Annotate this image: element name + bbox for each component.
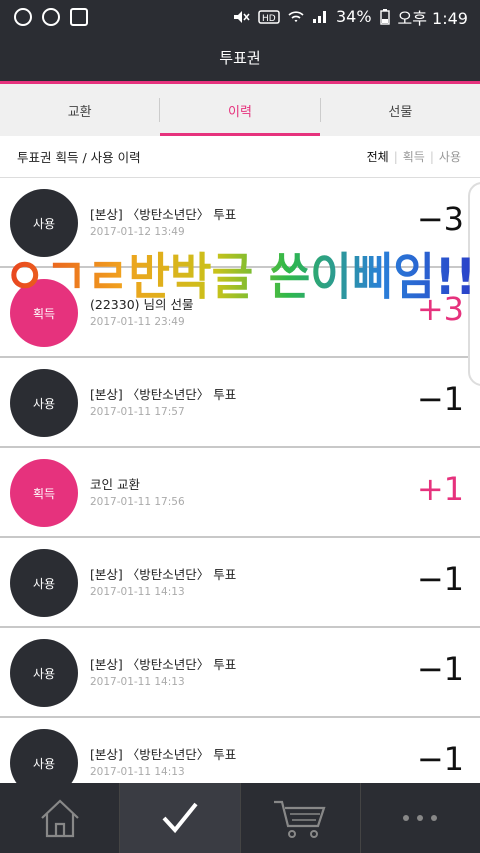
item-date: 2017-01-12 13:49 <box>90 226 185 238</box>
item-date: 2017-01-11 17:57 <box>90 406 185 418</box>
more-icon <box>403 815 438 821</box>
item-amount: +3 <box>416 290 464 328</box>
item-date: 2017-01-11 17:56 <box>90 496 185 508</box>
home-icon <box>40 799 79 838</box>
badge-used: 사용 <box>10 369 78 437</box>
badge-used: 사용 <box>10 189 78 257</box>
tab-gift[interactable]: 선물 <box>321 84 480 136</box>
list-item[interactable]: 사용 [본상] 〈방탄소년단〉 투표 2017-01-11 14:13 −1 <box>0 538 480 628</box>
sync-icon <box>14 7 32 26</box>
item-date: 2017-01-11 14:13 <box>90 586 185 598</box>
item-date: 2017-01-11 23:49 <box>90 316 185 328</box>
cart-icon <box>274 800 326 838</box>
item-title: [본상] 〈방탄소년단〉 투표 <box>90 567 237 582</box>
tab-label: 교환 <box>67 104 92 120</box>
app-bar: 투표권 <box>0 33 480 84</box>
item-date: 2017-01-11 14:13 <box>90 766 185 778</box>
nav-shop[interactable] <box>241 783 360 853</box>
history-list: 사용 [본상] 〈방탄소년단〉 투표 2017-01-12 13:49 −3 획… <box>0 178 480 808</box>
list-item[interactable]: 사용 [본상] 〈방탄소년단〉 투표 2017-01-12 13:49 −3 <box>0 178 480 268</box>
edge-panel-handle[interactable] <box>468 182 480 386</box>
item-date: 2017-01-11 14:13 <box>90 676 185 688</box>
badge-earned: 획득 <box>10 279 78 347</box>
list-item[interactable]: 획득 코인 교환 2017-01-11 17:56 +1 <box>0 448 480 538</box>
bottom-nav <box>0 783 480 853</box>
item-title: [본상] 〈방탄소년단〉 투표 <box>90 387 237 402</box>
item-title: [본상] 〈방탄소년단〉 투표 <box>90 207 237 222</box>
badge-used: 사용 <box>10 549 78 617</box>
item-amount: −1 <box>416 380 464 418</box>
filter-group: 전체 | 획득 | 사용 <box>362 148 466 165</box>
svg-text:HD: HD <box>262 14 276 24</box>
item-amount: −1 <box>416 560 464 598</box>
wifi-icon <box>288 10 304 22</box>
list-item[interactable]: 획득 (22330) 님의 선물 2017-01-11 23:49 +3 <box>0 268 480 358</box>
mute-icon <box>233 10 250 23</box>
section-title: 투표권 획득 / 사용 이력 <box>17 150 141 165</box>
list-item[interactable]: 사용 [본상] 〈방탄소년단〉 투표 2017-01-11 17:57 −1 <box>0 358 480 448</box>
list-item[interactable]: 사용 [본상] 〈방탄소년단〉 투표 2017-01-11 14:13 −1 <box>0 628 480 718</box>
item-title: (22330) 님의 선물 <box>90 297 194 312</box>
tab-bar: 교환 이력 선물 <box>0 84 480 136</box>
item-amount: −3 <box>416 200 464 238</box>
page-title: 투표권 <box>219 48 261 67</box>
clock: 오후 1:49 <box>397 8 468 28</box>
battery-icon <box>379 8 390 25</box>
g-icon <box>42 7 60 26</box>
filter-all[interactable]: 전체 <box>362 148 394 165</box>
tab-label: 이력 <box>228 104 252 120</box>
badge-earned: 획득 <box>10 459 78 527</box>
tab-exchange[interactable]: 교환 <box>0 84 159 136</box>
notification-icons <box>14 7 88 26</box>
item-amount: +1 <box>416 470 464 508</box>
history-header: 투표권 획득 / 사용 이력 전체 | 획득 | 사용 <box>0 136 480 178</box>
image-icon <box>70 7 88 26</box>
signal-icon <box>312 10 326 23</box>
hd-icon: HD <box>258 9 280 24</box>
item-title: 코인 교환 <box>90 477 140 492</box>
item-amount: −1 <box>416 740 464 778</box>
filter-earned[interactable]: 획득 <box>398 148 430 165</box>
item-title: [본상] 〈방탄소년단〉 투표 <box>90 657 237 672</box>
check-icon <box>162 802 198 834</box>
item-title: [본상] 〈방탄소년단〉 투표 <box>90 747 237 762</box>
item-amount: −1 <box>416 650 464 688</box>
battery-percent: 34% <box>335 7 372 26</box>
nav-more[interactable] <box>361 783 480 853</box>
tab-history[interactable]: 이력 <box>160 84 320 136</box>
filter-used[interactable]: 사용 <box>434 148 466 165</box>
status-bar: HD 34% 오후 1:49 <box>0 0 480 33</box>
status-indicators: HD 34% 오후 1:49 <box>232 5 468 29</box>
badge-used: 사용 <box>10 639 78 707</box>
tab-label: 선물 <box>388 104 413 120</box>
nav-vote[interactable] <box>120 783 240 853</box>
nav-home[interactable] <box>0 783 119 853</box>
